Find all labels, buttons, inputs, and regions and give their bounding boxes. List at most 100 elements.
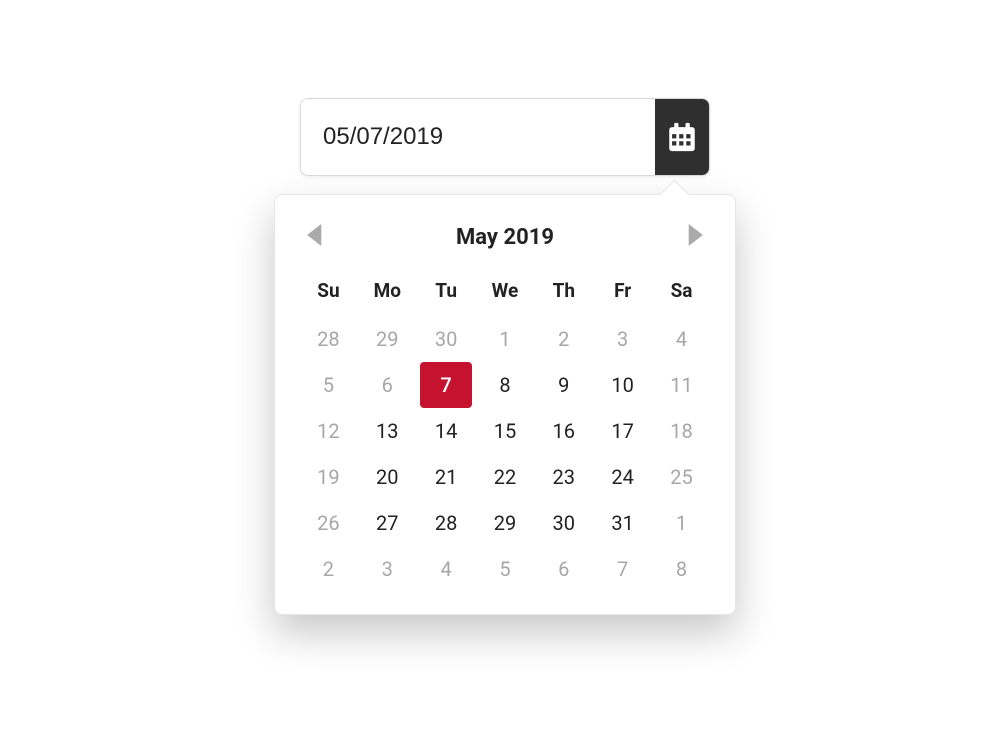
calendar-day-cell[interactable]: 18 <box>652 408 711 454</box>
calendar-week-row: 28 29 30 1234 <box>299 316 711 362</box>
weekday-header: Tu <box>417 269 476 316</box>
calendar-day-cell[interactable]: 12 <box>299 408 358 454</box>
calendar-day-cell[interactable]: 4 <box>652 316 711 362</box>
calendar-day-cell[interactable]: 1 <box>652 500 711 546</box>
calendar-day-cell[interactable]: 3 <box>593 316 652 362</box>
calendar-day-label: 27 <box>363 502 411 544</box>
calendar-day-label: 5 <box>304 364 352 406</box>
calendar-day-cell[interactable]: 8 <box>476 362 535 408</box>
chevron-right-icon <box>686 224 704 250</box>
calendar-day-cell[interactable]: 13 <box>358 408 417 454</box>
calendar-day-label: 30 <box>422 318 470 360</box>
calendar-day-cell[interactable]: 23 <box>534 454 593 500</box>
calendar-grid: Su Mo Tu We Th Fr Sa 2829301234567891011… <box>299 269 711 592</box>
calendar-day-cell[interactable]: 30 <box>534 500 593 546</box>
calendar-day-cell[interactable]: 7 <box>593 546 652 592</box>
calendar-day-cell[interactable]: 26 <box>299 500 358 546</box>
calendar-day-label: 31 <box>599 502 647 544</box>
calendar-day-label: 7 <box>420 362 472 408</box>
calendar-day-cell[interactable]: 3 <box>358 546 417 592</box>
calendar-day-cell[interactable]: 1 <box>476 316 535 362</box>
calendar-day-label: 21 <box>422 456 470 498</box>
calendar-day-cell[interactable]: 11 <box>652 362 711 408</box>
calendar-day-cell[interactable]: 6 <box>358 362 417 408</box>
calendar-day-cell[interactable]: 8 <box>652 546 711 592</box>
calendar-day-label: 20 <box>363 456 411 498</box>
calendar-week-row: 56789 10 11 <box>299 362 711 408</box>
calendar-day-label: 29 <box>481 502 529 544</box>
calendar-icon <box>665 120 699 154</box>
calendar-day-cell[interactable]: 21 <box>417 454 476 500</box>
calendar-day-cell[interactable]: 19 <box>299 454 358 500</box>
calendar-day-label: 28 <box>422 502 470 544</box>
calendar-week-row: 1213 14 15 16 1718 <box>299 408 711 454</box>
weekday-header: Su <box>299 269 358 316</box>
calendar-day-label: 6 <box>540 548 588 590</box>
prev-month-button[interactable] <box>301 223 329 251</box>
calendar-day-label: 15 <box>481 410 529 452</box>
calendar-day-label: 25 <box>658 456 706 498</box>
calendar-day-cell[interactable]: 29 <box>358 316 417 362</box>
calendar-day-cell[interactable]: 10 <box>593 362 652 408</box>
calendar-day-label: 13 <box>363 410 411 452</box>
calendar-header: May 2019 <box>299 217 711 269</box>
calendar-day-label: 23 <box>540 456 588 498</box>
weekday-header: Mo <box>358 269 417 316</box>
calendar-day-label: 28 <box>304 318 352 360</box>
calendar-day-cell[interactable]: 27 <box>358 500 417 546</box>
calendar-day-cell[interactable]: 17 <box>593 408 652 454</box>
calendar-day-label: 30 <box>540 502 588 544</box>
calendar-day-cell[interactable]: 22 <box>476 454 535 500</box>
calendar-day-label: 11 <box>658 364 706 406</box>
calendar-day-label: 26 <box>304 502 352 544</box>
calendar-day-label: 2 <box>540 318 588 360</box>
calendar-day-label: 4 <box>658 318 706 360</box>
calendar-day-label: 8 <box>481 364 529 406</box>
calendar-day-label: 19 <box>304 456 352 498</box>
calendar-day-label: 7 <box>599 548 647 590</box>
calendar-day-cell[interactable]: 25 <box>652 454 711 500</box>
calendar-day-cell[interactable]: 6 <box>534 546 593 592</box>
calendar-day-cell[interactable]: 28 <box>417 500 476 546</box>
calendar-week-row: 2345678 <box>299 546 711 592</box>
calendar-day-cell[interactable]: 14 <box>417 408 476 454</box>
calendar-day-cell[interactable]: 5 <box>299 362 358 408</box>
calendar-day-cell[interactable]: 31 <box>593 500 652 546</box>
calendar-toggle-button[interactable] <box>655 99 709 175</box>
calendar-day-cell[interactable]: 9 <box>534 362 593 408</box>
calendar-day-label: 17 <box>599 410 647 452</box>
calendar-week-row: 19 20 2122232425 <box>299 454 711 500</box>
next-month-button[interactable] <box>681 223 709 251</box>
calendar-day-cell[interactable]: 28 <box>299 316 358 362</box>
datepicker: May 2019 Su Mo Tu We Th <box>300 98 710 615</box>
date-input[interactable] <box>301 99 655 175</box>
calendar-day-cell[interactable]: 4 <box>417 546 476 592</box>
calendar-day-label: 29 <box>363 318 411 360</box>
calendar-day-label: 6 <box>363 364 411 406</box>
calendar-day-label: 2 <box>304 548 352 590</box>
calendar-day-label: 9 <box>540 364 588 406</box>
calendar-day-cell[interactable]: 30 <box>417 316 476 362</box>
calendar-day-cell[interactable]: 2 <box>299 546 358 592</box>
calendar-day-cell[interactable]: 7 <box>417 362 476 408</box>
calendar-day-cell[interactable]: 2 <box>534 316 593 362</box>
calendar-day-label: 5 <box>481 548 529 590</box>
chevron-left-icon <box>306 224 324 250</box>
calendar-day-cell[interactable]: 24 <box>593 454 652 500</box>
weekday-header: Fr <box>593 269 652 316</box>
calendar-day-label: 16 <box>540 410 588 452</box>
calendar-day-cell[interactable]: 29 <box>476 500 535 546</box>
weekday-header: We <box>476 269 535 316</box>
calendar-day-cell[interactable]: 20 <box>358 454 417 500</box>
calendar-day-label: 14 <box>422 410 470 452</box>
calendar-day-cell[interactable]: 15 <box>476 408 535 454</box>
calendar-day-label: 4 <box>422 548 470 590</box>
calendar-day-label: 1 <box>481 318 529 360</box>
calendar-day-label: 10 <box>599 364 647 406</box>
calendar-day-cell[interactable]: 5 <box>476 546 535 592</box>
calendar-day-label: 3 <box>599 318 647 360</box>
month-year-title[interactable]: May 2019 <box>456 225 554 250</box>
weekday-row: Su Mo Tu We Th Fr Sa <box>299 269 711 316</box>
calendar-day-label: 1 <box>658 502 706 544</box>
calendar-day-cell[interactable]: 16 <box>534 408 593 454</box>
